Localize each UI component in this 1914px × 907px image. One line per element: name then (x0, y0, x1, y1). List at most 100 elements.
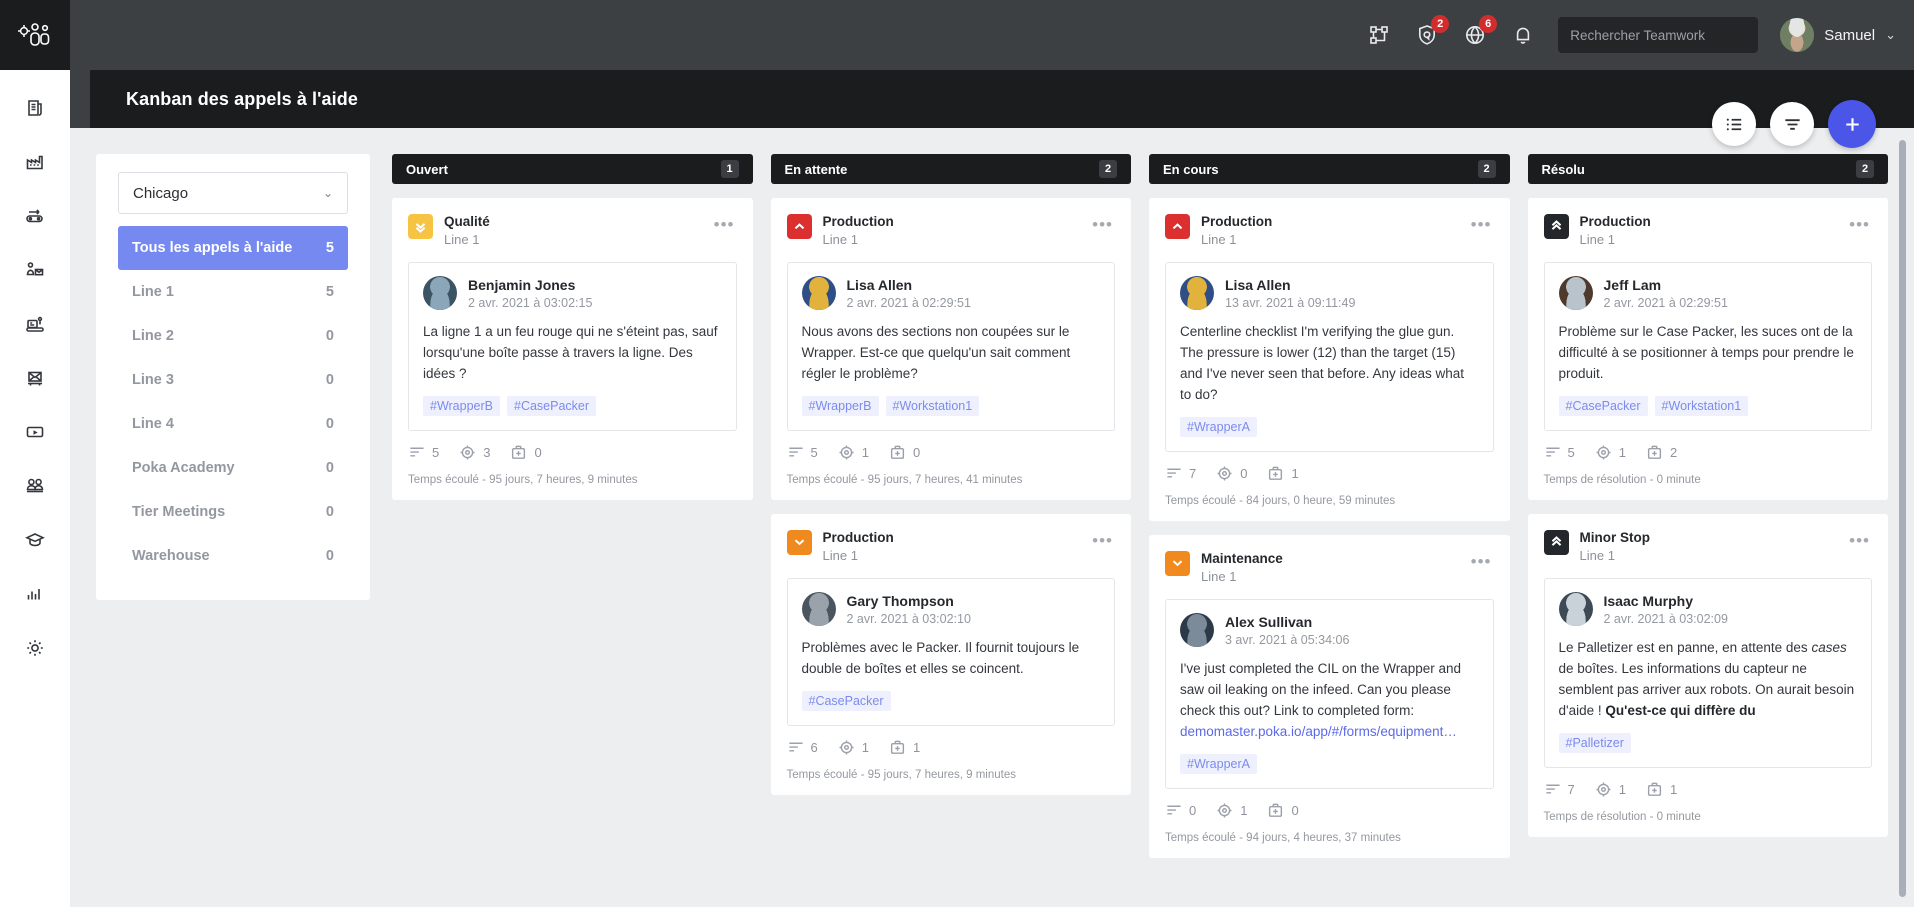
sidebar-item-teams[interactable] (8, 464, 62, 508)
chevron-up-icon (794, 223, 804, 230)
scan-frame-icon[interactable] (1366, 22, 1392, 48)
stat-value: 7 (1567, 781, 1575, 797)
stat-value: 0 (1240, 465, 1248, 481)
location-select[interactable]: Chicago ⌄ (118, 172, 348, 214)
message-author: Isaac Murphy (1603, 592, 1693, 609)
message-body: Problème sur le Case Packer, les suces o… (1558, 324, 1854, 382)
message-author-block: Benjamin Jones 2 avr. 2021 à 03:02:15 (468, 276, 592, 311)
target-icon (460, 445, 475, 460)
stat-comments: 0 (1165, 802, 1196, 819)
search-box[interactable] (1558, 17, 1759, 53)
card-menu-button[interactable]: ••• (1847, 530, 1872, 557)
priority-badge[interactable] (1165, 214, 1190, 239)
avatar (423, 276, 457, 311)
sidebar-item-feed[interactable] (8, 86, 62, 130)
filter-button[interactable] (1770, 102, 1814, 146)
chevron-down-icon (794, 539, 804, 546)
tag[interactable]: #CasePacker (801, 691, 891, 712)
app-logo[interactable] (0, 0, 70, 70)
card-line: Line 1 (1579, 547, 1615, 563)
shield-icon[interactable]: 2 (1414, 15, 1450, 48)
priority-badge[interactable] (786, 529, 812, 555)
sidebar-item-conveyor[interactable] (8, 194, 62, 238)
help-call-card[interactable]: Production Line 1 ••• Lisa Allen 13 avr. 202… (1149, 198, 1510, 521)
sidebar-item-analytics[interactable] (8, 572, 62, 616)
search-input[interactable] (1570, 27, 1748, 43)
help-call-card[interactable]: Minor Stop Line 1 ••• Isaac Murphy 2 avr. 20… (1527, 513, 1888, 837)
priority-badge[interactable] (1543, 214, 1569, 239)
board-vertical-scrollbar[interactable] (1899, 140, 1906, 897)
priority-badge[interactable] (1165, 550, 1190, 576)
filter-row-4[interactable]: Line 4 0 (118, 402, 348, 446)
sidebar-item-academy[interactable] (8, 518, 62, 562)
priority-badge[interactable] (408, 214, 433, 239)
stat-comments: 5 (408, 444, 439, 461)
form-link[interactable]: demomaster.poka.io/app/#/forms/equipment… (1180, 724, 1457, 739)
column-header[interactable]: Ouvert 1 (392, 154, 753, 184)
tag-list: #WrapperA (1180, 753, 1479, 774)
column-header[interactable]: En cours 2 (1149, 154, 1510, 184)
sidebar-item-broadcast[interactable] (8, 356, 62, 400)
tag[interactable]: #WrapperA (1180, 416, 1257, 437)
filter-row-0[interactable]: Tous les appels à l'aide 5 (118, 226, 348, 270)
tag[interactable]: #WrapperB (801, 395, 879, 416)
tag[interactable]: #CasePacker (507, 395, 597, 416)
stat-first-aid-kit: 1 (889, 739, 920, 756)
sidebar-item-factory[interactable] (8, 140, 62, 184)
help-call-card[interactable]: Qualité Line 1 ••• Benjamin Jones 2 avr. 202… (392, 198, 753, 500)
filter-row-5[interactable]: Poka Academy 0 (118, 446, 348, 490)
column-header[interactable]: Résolu 2 (1527, 154, 1888, 184)
tag[interactable]: #WrapperB (423, 395, 500, 416)
help-call-card[interactable]: Maintenance Line 1 ••• Alex Sullivan 3 avr. … (1149, 534, 1510, 858)
sidebar-item-machines[interactable] (8, 302, 62, 346)
globe-help-icon[interactable]: 6 (1462, 15, 1498, 48)
help-call-card[interactable]: Production Line 1 ••• Lisa Allen 2 avr. 2021… (770, 198, 1131, 500)
priority-badge[interactable] (786, 214, 812, 239)
card-message: Lisa Allen 13 avr. 2021 à 09:11:49 Centerl… (1165, 261, 1494, 452)
list-view-button[interactable] (1712, 102, 1756, 146)
message-author-block: Lisa Allen 2 avr. 2021 à 02:29:51 (847, 276, 971, 311)
help-call-card[interactable]: Production Line 1 ••• Gary Thompson 2 avr. 2… (770, 513, 1131, 796)
sidebar-item-settings[interactable] (8, 626, 62, 670)
help-call-card[interactable]: Production Line 1 ••• Jeff Lam 2 avr. 2021 à… (1527, 198, 1888, 500)
tag[interactable]: #WrapperA (1180, 753, 1257, 774)
card-menu-button[interactable]: ••• (1469, 551, 1494, 578)
filter-row-6[interactable]: Tier Meetings 0 (118, 490, 348, 534)
main-area: 2 6 Rechercher Teamwork Samuel ⌄ Kanban … (70, 0, 1914, 907)
add-button[interactable] (1828, 100, 1876, 148)
card-elapsed-time: Temps écoulé - 95 jours, 7 heures, 9 min… (786, 769, 1016, 782)
avatar (801, 592, 836, 627)
card-line: Line 1 (1201, 231, 1237, 247)
board: Chicago ⌄ Tous les appels à l'aide 5 Line … (70, 100, 1914, 907)
filter-row-1[interactable]: Line 1 5 (118, 270, 348, 314)
filter-row-3[interactable]: Line 3 0 (118, 358, 348, 402)
card-menu-button[interactable]: ••• (1469, 214, 1494, 241)
message-author-block: Gary Thompson 2 avr. 2021 à 03:02:10 (847, 592, 971, 627)
filter-row-count: 0 (325, 372, 334, 388)
card-menu-button[interactable]: ••• (1090, 530, 1115, 557)
sidebar-item-video[interactable] (8, 410, 62, 454)
user-menu[interactable]: Samuel ⌄ (1780, 18, 1896, 52)
filter-row-2[interactable]: Line 2 0 (118, 314, 348, 358)
sidebar-item-requests[interactable] (8, 248, 62, 292)
chevron-down-icon (1172, 560, 1183, 567)
message-header: Lisa Allen 2 avr. 2021 à 02:29:51 (801, 276, 1101, 311)
tag-list: #WrapperB #Workstation1 (801, 395, 1101, 416)
scrollbar-thumb[interactable] (1899, 140, 1906, 897)
tag[interactable]: #Workstation1 (885, 395, 980, 416)
users-group-icon (26, 478, 44, 493)
double-chevron-up-icon (1551, 220, 1561, 230)
card-stats: 6 1 1 (787, 739, 1116, 756)
filter-row-7[interactable]: Warehouse 0 (118, 534, 348, 578)
tag[interactable]: #Palletizer (1558, 732, 1631, 753)
card-menu-button[interactable]: ••• (1847, 214, 1872, 241)
tag[interactable]: #Workstation1 (1654, 395, 1749, 416)
card-menu-button[interactable]: ••• (1090, 214, 1115, 241)
priority-badge[interactable] (1543, 529, 1569, 555)
message-date: 2 avr. 2021 à 02:29:51 (846, 295, 971, 310)
column-header[interactable]: En attente 2 (770, 154, 1131, 184)
bell-notifications-icon[interactable] (1510, 22, 1536, 48)
tag[interactable]: #CasePacker (1558, 395, 1648, 416)
card-menu-button[interactable]: ••• (712, 214, 737, 241)
card-line: Line 1 (822, 547, 858, 563)
